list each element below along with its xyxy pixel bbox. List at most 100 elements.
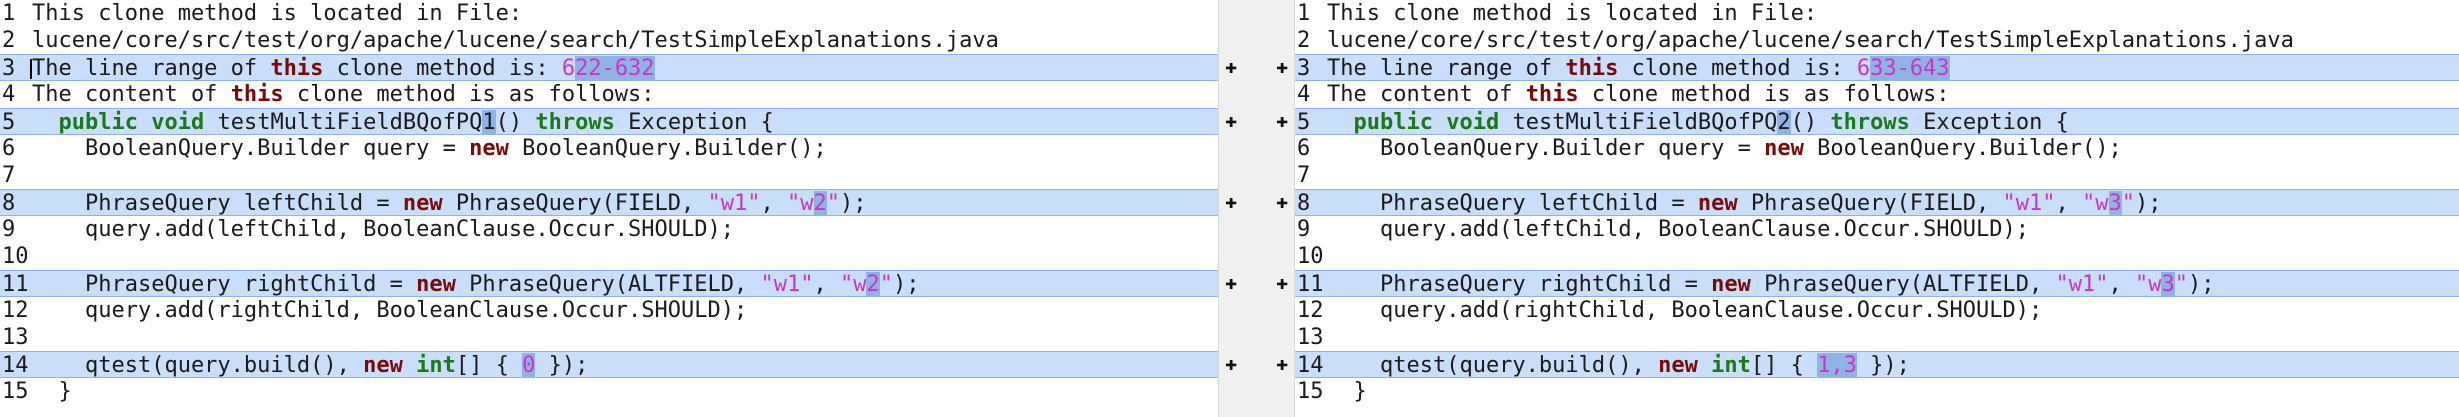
right-code-line[interactable]: 12 query.add(rightChild, BooleanClause.O… [1295,297,2459,324]
line-number: 8 [1297,191,1311,216]
code-token: "w [2082,191,2109,216]
change-marker-icon[interactable]: ✚ [1274,56,1290,76]
code-token: new [1658,353,1698,378]
code-text: qtest(query.build(), new int[] { 0 }); [32,352,588,379]
change-marker-icon[interactable]: ✚ [1274,191,1290,211]
change-marker-icon[interactable]: ✚ [1274,272,1290,292]
change-marker-icon[interactable]: ✚ [1223,56,1239,76]
change-marker-icon[interactable]: ✚ [1223,191,1239,211]
code-token: , [760,191,788,216]
line-number: 8 [2,191,16,216]
right-code-line[interactable]: 8 PhraseQuery leftChild = new PhraseQuer… [1295,189,2459,216]
left-code-line[interactable]: 15 } [0,378,1218,405]
right-code-line[interactable]: 4 The content of this clone method is as … [1295,81,2459,108]
change-marker-icon[interactable]: ✚ [1274,110,1290,130]
code-token: BooleanQuery.Builder(); [508,136,827,161]
diff-highlight: 1,3 [1817,353,1857,378]
right-code-line[interactable]: 5 public void testMultiFieldBQofPQ2() th… [1295,108,2459,135]
code-text: The line range of this clone method is: … [1327,55,1950,82]
right-code-line[interactable]: 13 [1295,324,2459,351]
code-token: new [469,136,509,161]
line-number: 1 [2,1,16,26]
code-token: public [58,110,138,135]
code-text: public void testMultiFieldBQofPQ2() thro… [1327,109,2069,136]
line-number: 15 [2,379,29,404]
code-token: The line range of [32,56,271,81]
change-marker-icon[interactable]: ✚ [1274,353,1290,373]
right-code-line[interactable]: 3 The line range of this clone method is:… [1295,54,2459,81]
line-number: 3 [1297,56,1311,81]
left-code-line[interactable]: 5 public void testMultiFieldBQofPQ1() th… [0,108,1218,135]
code-token: this [1565,56,1619,81]
code-text: PhraseQuery rightChild = new PhraseQuery… [32,271,919,298]
code-text: PhraseQuery rightChild = new PhraseQuery… [1327,271,2214,298]
line-number: 10 [1297,244,1324,269]
right-code-line[interactable]: 15 } [1295,378,2459,405]
code-token: , [813,272,840,297]
right-code-pane[interactable]: 1 This clone method is located in File: 2 l… [1295,0,2459,417]
code-token: clone method is: [1618,56,1857,81]
code-token: clone method is: [323,56,562,81]
change-marker-icon[interactable]: ✚ [1223,272,1239,292]
code-token: " [826,191,841,216]
left-code-line[interactable]: 3 The line range of this clone method is:… [0,54,1218,81]
left-code-line[interactable]: 1 This clone method is located in File: [0,0,1218,27]
code-token: query.add(rightChild, BooleanClause.Occu… [32,298,748,323]
diff-highlight: 3 [2108,191,2122,216]
line-number: 5 [2,110,16,135]
line-number: 6 [2,136,16,161]
code-token: testMultiFieldBQofPQ [1499,110,1778,135]
code-token: new [1697,191,1738,216]
change-marker-icon[interactable]: ✚ [1223,110,1239,130]
code-token: PhraseQuery rightChild = [32,272,417,297]
code-token: lucene/core/src/test/org/apache/lucene/s… [1327,28,2294,53]
code-token: PhraseQuery(FIELD, [1737,191,2003,216]
left-code-line[interactable]: 13 [0,324,1218,351]
code-token: } [32,379,72,404]
left-code-line[interactable]: 11 PhraseQuery rightChild = new PhraseQu… [0,270,1218,297]
code-token: "w [2134,272,2162,297]
change-marker-icon[interactable]: ✚ [1223,353,1239,373]
left-code-line[interactable]: 8 PhraseQuery leftChild = new PhraseQuer… [0,189,1218,216]
right-code-line[interactable]: 10 [1295,243,2459,270]
right-code-line[interactable]: 1 This clone method is located in File: [1295,0,2459,27]
code-token: clone method is as follows: [283,82,655,107]
line-number: 7 [2,163,16,188]
line-number: 10 [2,244,29,269]
left-code-line[interactable]: 6 BooleanQuery.Builder query = new Boole… [0,135,1218,162]
right-code-line[interactable]: 11 PhraseQuery rightChild = new PhraseQu… [1295,270,2459,297]
left-code-line[interactable]: 4 The content of this clone method is as … [0,81,1218,108]
left-code-line[interactable]: 2 lucene/core/src/test/org/apache/lucene/… [0,27,1218,54]
code-text: The content of this clone method is as f… [1327,81,1950,108]
line-number: 2 [2,28,16,53]
right-code-line[interactable]: 2 lucene/core/src/test/org/apache/lucene/… [1295,27,2459,54]
code-token: This clone method is located in File: [32,1,523,26]
code-token: new [402,191,443,216]
line-number: 9 [2,217,16,242]
right-code-line[interactable]: 7 [1295,162,2459,189]
left-code-line[interactable]: 7 [0,162,1218,189]
right-code-line[interactable]: 14 qtest(query.build(), new int[] { 1,3 … [1295,351,2459,378]
line-number: 1 [1297,1,1311,26]
right-code-line[interactable]: 6 BooleanQuery.Builder query = new Boole… [1295,135,2459,162]
line-number: 12 [1297,298,1324,323]
code-token: "w1" [2055,272,2109,297]
line-number: 14 [2,353,29,378]
left-code-pane[interactable]: 1 This clone method is located in File: 2 l… [0,0,1218,417]
left-code-line[interactable]: 12 query.add(rightChild, BooleanClause.O… [0,297,1218,324]
right-code-line[interactable]: 9 query.add(leftChild, BooleanClause.Occ… [1295,216,2459,243]
left-code-line[interactable]: 9 query.add(leftChild, BooleanClause.Occ… [0,216,1218,243]
code-token: "w1" [707,191,761,216]
code-token: new [363,353,403,378]
code-token: 6 [1856,56,1871,81]
code-token: " [2174,272,2188,297]
left-code-line[interactable]: 14 qtest(query.build(), new int[] { 0 })… [0,351,1218,378]
code-token: , [2108,272,2135,297]
left-code-line[interactable]: 10 [0,243,1218,270]
line-number: 11 [2,272,29,297]
code-token: query.add(leftChild, BooleanClause.Occur… [32,217,734,242]
code-token: ); [2187,272,2215,297]
diff-highlight: 33-643 [1870,56,1950,81]
